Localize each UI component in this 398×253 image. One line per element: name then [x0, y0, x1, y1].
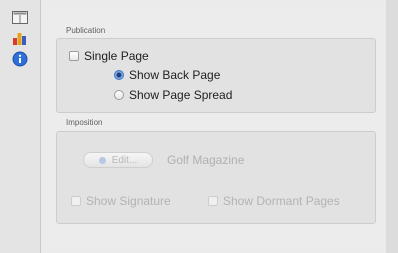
- imposition-group: Edit... Golf Magazine Show Signature Sho…: [56, 131, 376, 224]
- layout-icon[interactable]: [12, 11, 28, 27]
- imposition-section-title: Imposition: [66, 118, 103, 127]
- tool-strip: [0, 0, 41, 253]
- publication-group: Single Page Show Back Page Show Page Spr…: [56, 38, 376, 113]
- publication-section-title: Publication: [66, 26, 106, 35]
- single-page-checkbox[interactable]: Single Page: [69, 49, 149, 63]
- show-signature-label: Show Signature: [86, 194, 171, 208]
- info-icon[interactable]: [12, 51, 28, 70]
- color-icon[interactable]: [12, 30, 28, 49]
- show-page-spread-label: Show Page Spread: [129, 88, 233, 102]
- settings-pane: Publication Single Page Show Back Page S…: [46, 8, 384, 246]
- show-page-spread-radio-button[interactable]: [114, 90, 124, 100]
- show-signature-checkbox[interactable]: Show Signature: [71, 194, 171, 208]
- show-dormant-pages-label: Show Dormant Pages: [223, 194, 340, 208]
- single-page-checkbox-box[interactable]: [69, 51, 79, 61]
- scroll-gutter: [386, 0, 398, 253]
- show-back-page-radio-button[interactable]: [114, 70, 124, 80]
- imposition-template-name: Golf Magazine: [167, 153, 245, 167]
- imposition-edit-row: Edit... Golf Magazine: [83, 152, 244, 168]
- single-page-label: Single Page: [84, 49, 149, 63]
- show-back-page-radio[interactable]: Show Back Page: [114, 68, 220, 82]
- show-dormant-pages-checkbox[interactable]: Show Dormant Pages: [208, 194, 340, 208]
- edit-button-label: Edit...: [111, 154, 138, 166]
- show-signature-checkbox-box[interactable]: [71, 196, 81, 206]
- show-back-page-label: Show Back Page: [129, 68, 221, 82]
- show-dormant-pages-checkbox-box[interactable]: [208, 196, 218, 206]
- show-page-spread-radio[interactable]: Show Page Spread: [114, 88, 232, 102]
- edit-button-dot-icon: [98, 156, 106, 164]
- edit-imposition-button[interactable]: Edit...: [83, 152, 153, 168]
